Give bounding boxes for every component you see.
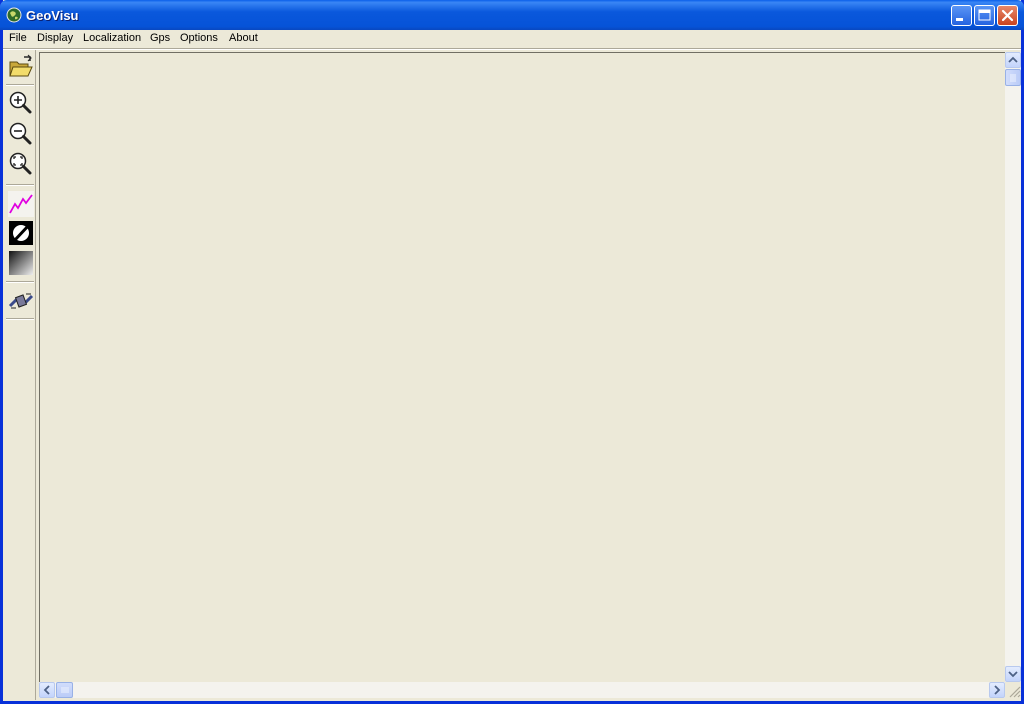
toolbar-divider bbox=[6, 84, 34, 86]
horizontal-scrollbar[interactable] bbox=[39, 682, 1005, 698]
track-line-icon bbox=[8, 191, 34, 217]
title-bar[interactable]: GeoVisu bbox=[0, 0, 1024, 30]
open-folder-icon bbox=[8, 54, 34, 80]
map-canvas[interactable] bbox=[39, 52, 1006, 682]
menu-file[interactable]: File bbox=[9, 32, 27, 44]
vertical-scrollbar[interactable] bbox=[1005, 52, 1021, 682]
menu-about[interactable]: About bbox=[229, 32, 258, 44]
menu-display[interactable]: Display bbox=[37, 32, 73, 44]
open-folder-button[interactable] bbox=[8, 54, 34, 80]
menu-divider bbox=[3, 48, 1021, 50]
app-window: GeoVisu File Display Localization Gps Op… bbox=[0, 0, 1024, 704]
toolbar-divider bbox=[6, 281, 34, 283]
window-title: GeoVisu bbox=[26, 8, 79, 23]
vertical-scroll-thumb[interactable] bbox=[1005, 69, 1021, 86]
zoom-out-icon bbox=[8, 121, 34, 147]
minimize-button[interactable] bbox=[951, 5, 972, 26]
zoom-in-icon bbox=[8, 90, 34, 116]
zoom-fit-button[interactable] bbox=[8, 151, 34, 177]
scroll-down-button[interactable] bbox=[1005, 666, 1021, 682]
menu-bar: File Display Localization Gps Options Ab… bbox=[3, 30, 1021, 48]
no-display-button[interactable] bbox=[8, 220, 34, 246]
track-line-button[interactable] bbox=[8, 191, 34, 217]
maximize-button[interactable] bbox=[974, 5, 995, 26]
toolbar-divider bbox=[6, 318, 34, 320]
globe-icon bbox=[6, 7, 22, 23]
menu-gps[interactable]: Gps bbox=[150, 32, 170, 44]
side-toolbar bbox=[3, 50, 36, 700]
scroll-right-button[interactable] bbox=[989, 682, 1005, 698]
scroll-left-button[interactable] bbox=[39, 682, 55, 698]
zoom-in-button[interactable] bbox=[8, 90, 34, 116]
gradient-icon bbox=[8, 250, 34, 276]
no-display-icon bbox=[8, 220, 34, 246]
satellite-button[interactable] bbox=[8, 288, 34, 314]
zoom-fit-icon bbox=[8, 151, 34, 177]
scroll-up-button[interactable] bbox=[1005, 52, 1021, 68]
menu-localization[interactable]: Localization bbox=[83, 32, 141, 44]
toolbar-divider bbox=[6, 184, 34, 186]
resize-grip-icon[interactable] bbox=[1006, 683, 1021, 698]
satellite-icon bbox=[8, 288, 34, 314]
menu-options[interactable]: Options bbox=[180, 32, 218, 44]
zoom-out-button[interactable] bbox=[8, 121, 34, 147]
close-button[interactable] bbox=[997, 5, 1018, 26]
gradient-button[interactable] bbox=[8, 250, 34, 276]
horizontal-scroll-thumb[interactable] bbox=[56, 682, 73, 698]
